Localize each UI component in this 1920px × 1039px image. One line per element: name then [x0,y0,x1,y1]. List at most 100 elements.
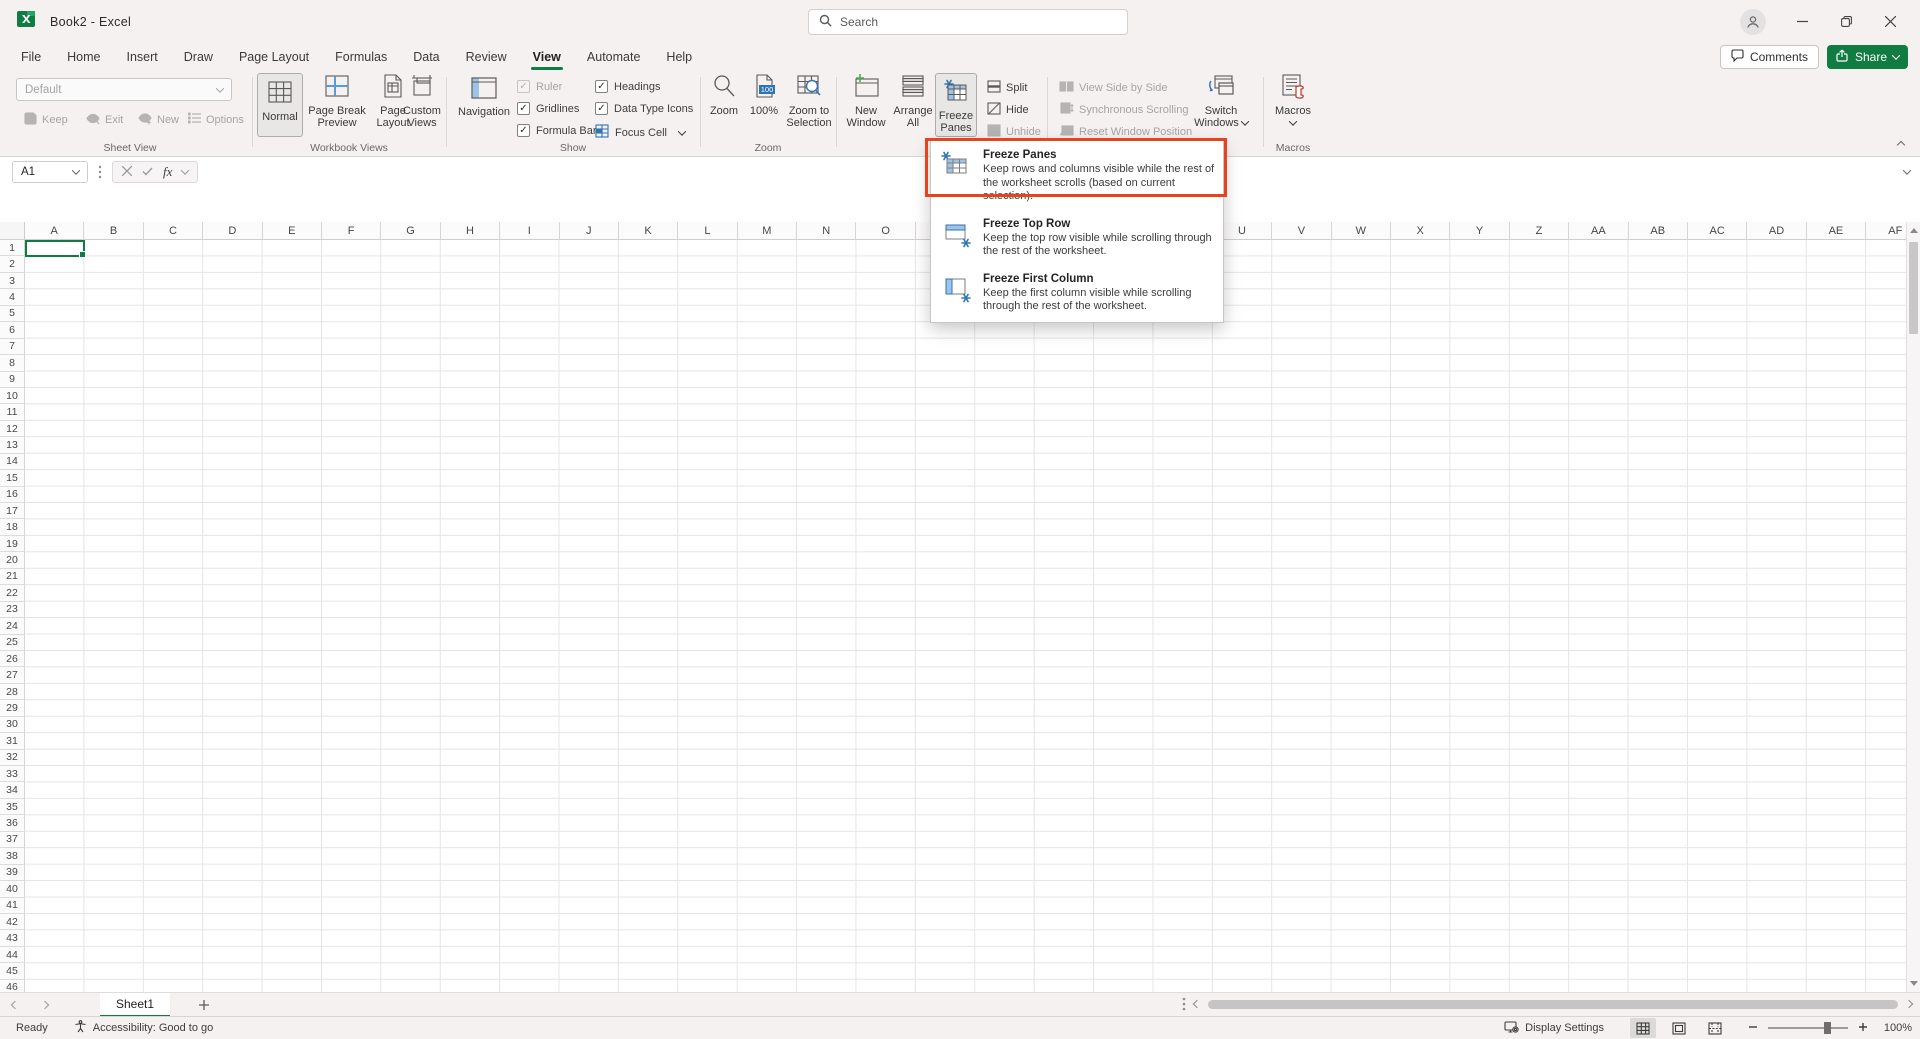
formula-bar-checkbox[interactable]: Formula Bar [517,124,597,137]
row-header[interactable]: 18 [0,519,25,535]
row-header[interactable]: 5 [0,306,25,322]
hscroll-right-icon[interactable] [1905,1000,1913,1008]
row-header[interactable]: 35 [0,799,25,815]
row-header[interactable]: 21 [0,569,25,585]
hide-button[interactable]: Hide [987,102,1029,118]
zoom-slider-thumb[interactable] [1824,1022,1831,1034]
select-all-corner[interactable] [0,222,25,240]
row-header[interactable]: 1 [0,240,25,256]
focus-cell-button[interactable]: Focus Cell [595,124,685,141]
ribbon-tab[interactable]: View [520,43,574,70]
restore-button[interactable] [1824,0,1868,43]
row-header[interactable]: 7 [0,339,25,355]
ribbon-tab[interactable]: Formulas [322,43,400,70]
row-header[interactable]: 3 [0,273,25,289]
freeze-panes-button[interactable]: Freeze Panes [935,73,977,137]
ribbon-tab[interactable]: File [8,43,54,70]
unhide-button[interactable]: Unhide [987,124,1041,140]
column-header[interactable]: C [144,222,203,240]
minimize-button[interactable] [1780,0,1824,43]
page-layout-view-toggle[interactable] [1666,1018,1692,1038]
column-header[interactable]: I [500,222,559,240]
ribbon-tab[interactable]: Automate [574,43,654,70]
column-header[interactable]: D [203,222,262,240]
vertical-scroll-thumb[interactable] [1909,242,1918,334]
column-header[interactable]: Y [1450,222,1509,240]
ribbon-tab[interactable]: Help [653,43,705,70]
cancel-icon[interactable] [122,165,132,179]
row-header[interactable]: 37 [0,832,25,848]
scroll-down-icon[interactable] [1910,981,1918,986]
ribbon-tab[interactable]: Home [54,43,113,70]
column-header[interactable]: AF [1866,222,1906,240]
column-header[interactable]: M [738,222,797,240]
row-header[interactable]: 8 [0,355,25,371]
row-header[interactable]: 14 [0,454,25,470]
data-type-icons-checkbox[interactable]: Data Type Icons [595,102,693,115]
horizontal-scroll-thumb[interactable] [1208,1000,1898,1009]
split-button[interactable]: Split [987,80,1027,96]
row-header[interactable]: 40 [0,881,25,897]
row-header[interactable]: 31 [0,733,25,749]
row-header[interactable]: 27 [0,667,25,683]
row-header[interactable]: 20 [0,552,25,568]
ribbon-tab[interactable]: Page Layout [226,43,322,70]
search-box[interactable]: Search [808,9,1128,35]
custom-views-button[interactable]: Custom Views [399,73,445,129]
column-header[interactable]: F [322,222,381,240]
column-header[interactable]: AD [1747,222,1806,240]
selected-cell-a1[interactable] [25,240,85,257]
column-header[interactable]: AE [1807,222,1866,240]
comments-button[interactable]: Comments [1720,45,1819,69]
row-header[interactable]: 9 [0,372,25,388]
row-header[interactable]: 11 [0,404,25,420]
sheet-tab-sheet1[interactable]: Sheet1 [100,993,170,1017]
account-avatar[interactable] [1740,9,1766,35]
synchronous-scrolling-button[interactable]: Synchronous Scrolling [1059,102,1188,117]
column-header[interactable]: G [381,222,440,240]
row-header[interactable]: 30 [0,717,25,733]
column-header[interactable]: X [1391,222,1450,240]
zoom-in-button[interactable] [1858,1022,1868,1035]
row-header[interactable]: 22 [0,585,25,601]
column-header[interactable]: L [678,222,737,240]
normal-view-button[interactable]: Normal [257,73,303,137]
row-header[interactable]: 38 [0,848,25,864]
row-header[interactable]: 2 [0,256,25,272]
row-header[interactable]: 12 [0,421,25,437]
arrange-all-button[interactable]: Arrange All [889,73,937,129]
row-header[interactable]: 17 [0,503,25,519]
column-header[interactable]: W [1332,222,1391,240]
enter-check-icon[interactable] [142,165,153,179]
ribbon-tab[interactable]: Review [453,43,520,70]
column-header[interactable]: Z [1510,222,1569,240]
expand-formula-bar-icon[interactable] [1903,166,1911,174]
row-header[interactable]: 32 [0,750,25,766]
exit-sheet-view-button[interactable]: Exit [86,112,123,128]
insert-function-button[interactable]: fx [163,164,172,180]
switch-windows-button[interactable]: Switch Windows [1189,73,1253,129]
row-header[interactable]: 4 [0,289,25,305]
row-header[interactable]: 41 [0,898,25,914]
display-settings-button[interactable]: Display Settings [1504,1021,1604,1036]
column-header[interactable]: AA [1569,222,1628,240]
ribbon-tab[interactable]: Draw [171,43,226,70]
row-header[interactable]: 29 [0,700,25,716]
row-header[interactable]: 23 [0,602,25,618]
row-header[interactable]: 34 [0,782,25,798]
column-header[interactable]: O [856,222,915,240]
column-header[interactable]: H [441,222,500,240]
row-header[interactable]: 28 [0,684,25,700]
collapse-ribbon-icon[interactable] [1897,141,1905,149]
zoom-100-button[interactable]: 100 100% [745,73,783,117]
keep-sheet-view-button[interactable]: Keep [24,112,68,128]
menu-item-freeze-first-column[interactable]: Freeze First Column Keep the first colum… [931,266,1223,321]
row-header[interactable]: 45 [0,963,25,979]
accessibility-status[interactable]: Accessibility: Good to go [74,1020,213,1036]
column-header[interactable]: K [619,222,678,240]
column-header[interactable]: V [1272,222,1331,240]
sheet-view-selector[interactable]: Default [16,78,232,101]
sheet-options-dots-icon[interactable] [1182,997,1186,1011]
page-break-view-toggle[interactable] [1702,1018,1728,1038]
close-icon[interactable] [1868,0,1912,43]
